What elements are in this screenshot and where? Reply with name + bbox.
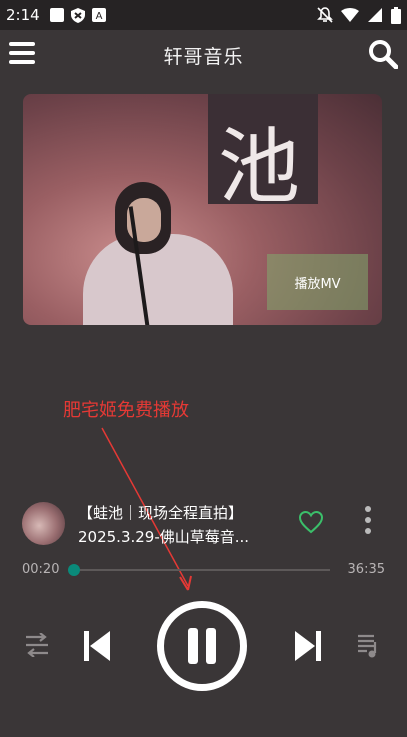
repeat-icon[interactable] <box>24 633 50 657</box>
more-vertical-icon[interactable] <box>363 506 373 540</box>
playback-controls <box>0 600 407 692</box>
song-subtitle: 2025.3.29-佛山草莓音... <box>78 528 250 546</box>
skip-previous-icon[interactable] <box>84 631 110 661</box>
playlist-icon[interactable] <box>356 634 380 658</box>
now-playing-row[interactable]: 【蛙池｜现场全程直拍】 2025.3.29-佛山草莓音... <box>22 500 387 548</box>
heart-outline-icon[interactable] <box>298 510 324 534</box>
current-time: 00:20 <box>22 562 60 577</box>
total-time: 36:35 <box>347 562 385 577</box>
pause-icon <box>188 628 198 664</box>
progress-bar[interactable]: 00:20 36:35 <box>22 560 387 580</box>
song-thumbnail[interactable] <box>22 502 65 545</box>
progress-track[interactable] <box>68 564 330 576</box>
skip-next-icon[interactable] <box>295 631 321 661</box>
pause-button[interactable] <box>157 601 247 691</box>
song-title: 【蛙池｜现场全程直拍】 <box>78 504 244 522</box>
progress-knob[interactable] <box>68 564 81 576</box>
pause-icon-bar <box>206 628 216 664</box>
